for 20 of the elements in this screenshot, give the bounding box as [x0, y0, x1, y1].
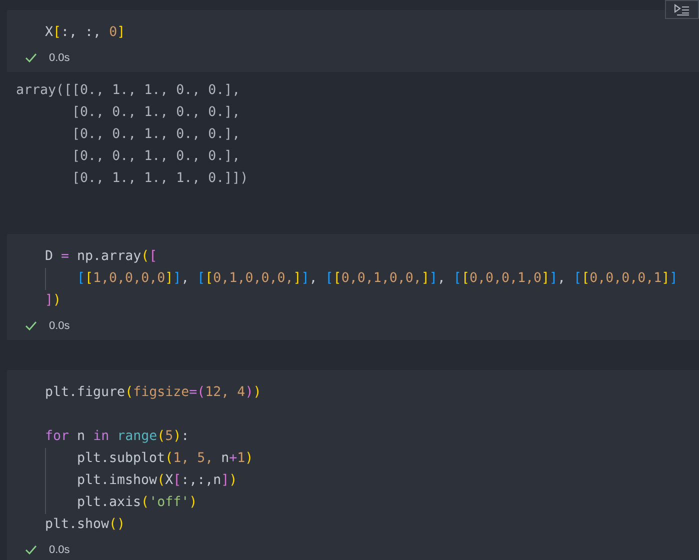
run-by-line-icon: [674, 4, 690, 16]
code-line: plt.subplot(1, 5, n+1): [77, 450, 254, 468]
output-line: [0., 0., 1., 0., 0.],: [71, 148, 240, 166]
code-line: plt.figure(figsize=(12, 4)): [45, 384, 262, 402]
output-line: [0., 0., 1., 0., 0.],: [71, 104, 240, 122]
code-line: X[:, :, 0]: [45, 24, 126, 42]
code-line: plt.axis('off'): [77, 494, 198, 512]
execution-time: 0.0s: [49, 50, 70, 66]
execution-time: 0.0s: [49, 318, 70, 334]
execution-time: 0.0s: [49, 542, 70, 558]
code-line: plt.show(): [45, 516, 126, 534]
code-line: D = np.array([: [45, 248, 158, 266]
code-line: for n in range(5):: [45, 428, 190, 446]
output-line: array([[0., 1., 1., 0., 0.],: [16, 82, 240, 100]
code-line: plt.imshow(X[:,:,n]): [77, 472, 238, 490]
run-by-line-button[interactable]: [665, 0, 699, 19]
output-line: [0., 0., 1., 0., 0.],: [71, 126, 240, 144]
code-line: ]): [45, 292, 62, 310]
code-line: [[1,0,0,0,0]], [[0,1,0,0,0,]], [[0,0,1,0,0,]], [[0,0,0,1,0]], [[0,0,0,0,1]]: [77, 270, 678, 288]
output-line: [0., 1., 1., 1., 0.]]): [71, 170, 248, 188]
